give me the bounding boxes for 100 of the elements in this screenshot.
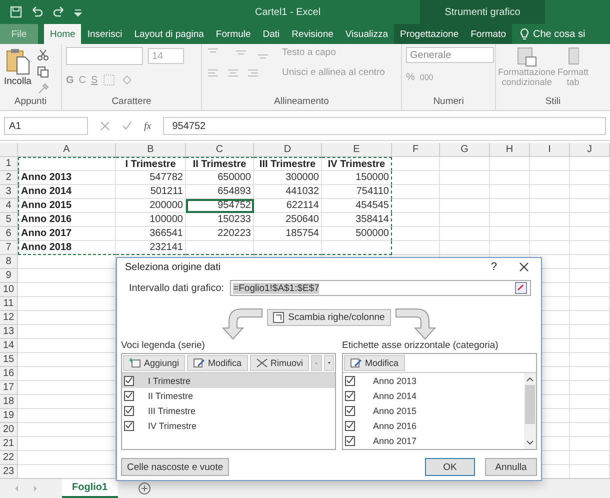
column-header[interactable]: A [18, 143, 116, 157]
row-header[interactable]: 8 [0, 255, 18, 269]
row-header[interactable]: 19 [0, 409, 18, 423]
category-item[interactable]: Anno 2016 [343, 418, 524, 433]
ribbon-tab[interactable]: Home [44, 24, 82, 44]
cancel-button[interactable]: Annulla [485, 458, 537, 476]
close-icon[interactable] [519, 262, 529, 272]
checkbox[interactable] [345, 420, 355, 430]
swap-rows-columns-button[interactable]: Scambia righe/colonne [267, 309, 391, 326]
row-header[interactable]: 1 [0, 157, 18, 171]
category-item[interactable]: Anno 2015 [343, 403, 524, 418]
ribbon-tab[interactable]: Inserisci [81, 24, 128, 44]
row-header[interactable]: 6 [0, 227, 18, 241]
row-header[interactable]: 4 [0, 199, 18, 213]
row-header[interactable]: 11 [0, 297, 18, 311]
row-header[interactable]: 16 [0, 367, 18, 381]
paste-button[interactable]: Incolla [4, 47, 32, 96]
row-header[interactable]: 2 [0, 171, 18, 185]
column-header[interactable]: B [116, 143, 186, 157]
category-item[interactable]: Anno 2017 [343, 433, 524, 448]
formula-field[interactable]: 954752 [163, 117, 606, 135]
hidden-cells-button[interactable]: Celle nascoste e vuote [121, 458, 230, 476]
row-header[interactable]: 10 [0, 283, 18, 297]
ribbon-tab[interactable]: Visualizza [339, 24, 394, 44]
ribbon-tab[interactable]: Formule [210, 24, 257, 44]
checkbox[interactable] [124, 390, 134, 400]
column-header[interactable]: I [530, 143, 570, 157]
scrollbar[interactable] [524, 373, 536, 449]
sheet-tab[interactable]: Foglio1 [62, 479, 118, 498]
lightbulb-icon [520, 28, 529, 40]
ribbon-tab[interactable]: Dati [256, 24, 286, 44]
series-item[interactable]: IV Trimestre [122, 418, 335, 433]
row-header[interactable]: 5 [0, 213, 18, 227]
category-item[interactable]: Anno 2014 [343, 388, 524, 403]
toolbar-button[interactable]: Rimuovi [250, 355, 310, 371]
check-icon[interactable] [122, 121, 132, 131]
tell-me-field[interactable]: Che cosa si [512, 24, 586, 44]
row-header[interactable]: 9 [0, 269, 18, 283]
category-item[interactable]: Anno 2013 [343, 373, 524, 388]
ribbon-tab[interactable]: Formato [464, 24, 512, 44]
series-item[interactable]: I Trimestre [122, 373, 335, 388]
fill-color-icon[interactable] [120, 74, 134, 86]
scissors-icon[interactable] [37, 49, 50, 61]
column-header[interactable]: H [490, 143, 530, 157]
edit-button[interactable]: Modifica [344, 355, 405, 371]
ribbon-tab[interactable]: Layout di pagina [128, 24, 210, 44]
toolbar-button[interactable]: Aggiungi [123, 355, 186, 371]
redo-icon[interactable] [52, 6, 66, 18]
row-header[interactable]: 18 [0, 395, 18, 409]
checkbox[interactable] [124, 376, 134, 386]
row-header[interactable]: 23 [0, 465, 18, 479]
column-header[interactable]: J [570, 143, 610, 157]
checkbox[interactable] [345, 376, 355, 386]
scroll-down-icon[interactable] [526, 440, 534, 446]
row-header[interactable]: 15 [0, 353, 18, 367]
collapse-icon[interactable] [515, 282, 527, 294]
undo-icon[interactable] [30, 6, 44, 18]
add-sheet-icon[interactable] [138, 482, 151, 495]
toolbar-button[interactable]: Modifica [187, 355, 248, 371]
name-box[interactable]: A1 [4, 117, 88, 135]
cancel-icon[interactable] [100, 121, 110, 131]
row-header[interactable]: 20 [0, 423, 18, 437]
insert-function-button[interactable]: fx [144, 120, 152, 132]
ribbon-tab[interactable]: Progettazione [394, 24, 465, 44]
save-icon[interactable] [10, 6, 22, 18]
table-cell [570, 283, 610, 297]
series-item[interactable]: III Trimestre [122, 403, 335, 418]
row-header[interactable]: 14 [0, 339, 18, 353]
number-format-field[interactable]: Generale [406, 47, 494, 63]
column-header[interactable]: E [322, 143, 392, 157]
table-cell [570, 325, 610, 339]
range-field[interactable]: =Foglio1!$A$1:$E$7 [230, 280, 531, 296]
help-button[interactable]: ? [490, 261, 497, 273]
row-header[interactable]: 12 [0, 311, 18, 325]
font-name-field[interactable] [66, 47, 143, 65]
column-header[interactable]: D [254, 143, 322, 157]
row-header[interactable]: 21 [0, 437, 18, 451]
ribbon-tab[interactable]: Revisione [286, 24, 340, 44]
checkbox[interactable] [345, 406, 355, 416]
row-header[interactable]: 7 [0, 241, 18, 255]
table-cell: 200000 [116, 199, 186, 213]
series-item[interactable]: II Trimestre [122, 388, 335, 403]
row-header[interactable]: 3 [0, 185, 18, 199]
table-cell: 622114 [254, 199, 322, 213]
row-header[interactable]: 17 [0, 381, 18, 395]
customize-icon[interactable] [74, 7, 82, 17]
row-header[interactable]: 13 [0, 325, 18, 339]
table-cell: 250640 [254, 213, 322, 227]
checkbox[interactable] [345, 436, 355, 446]
scroll-up-icon[interactable] [526, 376, 534, 382]
column-header[interactable]: C [186, 143, 254, 157]
checkbox[interactable] [345, 390, 355, 400]
row-header[interactable]: 22 [0, 451, 18, 465]
column-header[interactable]: G [440, 143, 490, 157]
checkbox[interactable] [124, 420, 134, 430]
table-icon [567, 47, 580, 67]
column-header[interactable]: F [392, 143, 440, 157]
ok-button[interactable]: OK [425, 458, 475, 476]
copy-icon[interactable] [37, 66, 50, 78]
checkbox[interactable] [124, 406, 134, 416]
